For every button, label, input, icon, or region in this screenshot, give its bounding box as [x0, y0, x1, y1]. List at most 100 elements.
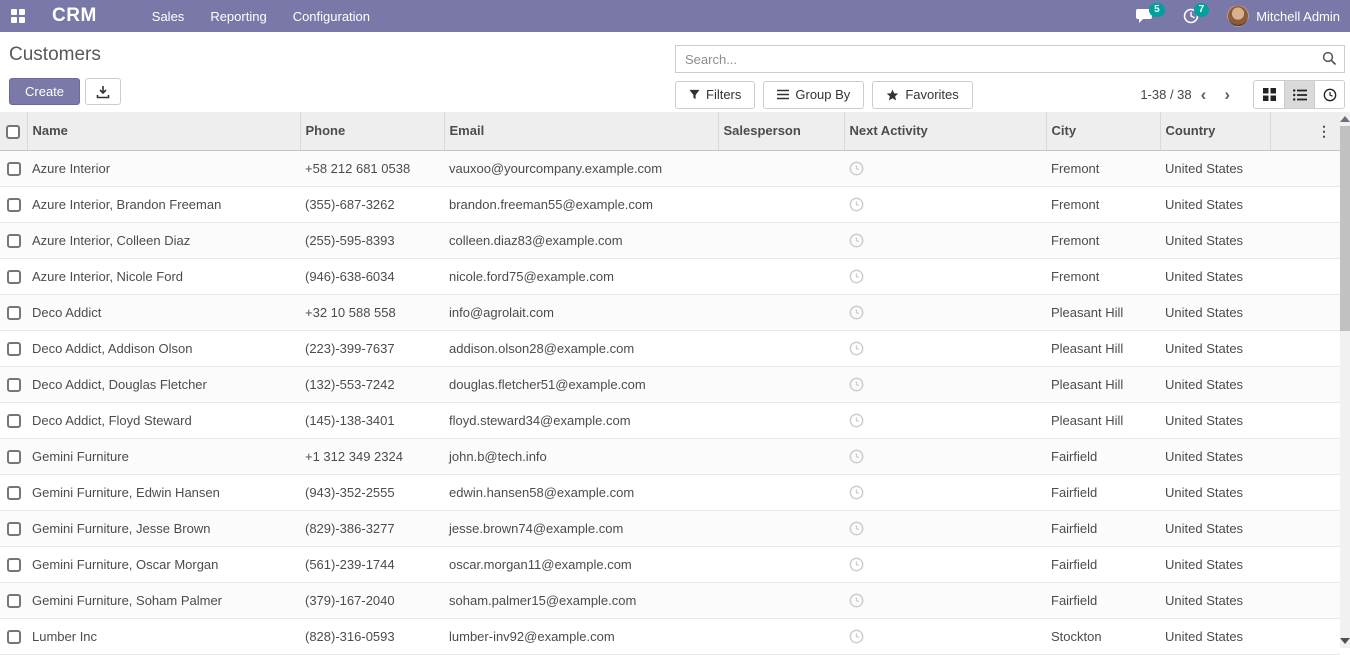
- kanban-view-button[interactable]: [1254, 81, 1284, 108]
- cell-next-activity[interactable]: [844, 366, 1046, 402]
- cell-salesperson[interactable]: [718, 438, 844, 474]
- cell-country[interactable]: United States: [1160, 510, 1270, 546]
- cell-name[interactable]: Deco Addict: [27, 294, 300, 330]
- cell-next-activity[interactable]: [844, 294, 1046, 330]
- cell-email[interactable]: oscar.morgan11@example.com: [444, 546, 718, 582]
- row-checkbox[interactable]: [7, 522, 21, 536]
- customer-row[interactable]: Gemini Furniture +1 312 349 2324 john.b@…: [0, 438, 1340, 474]
- cell-country[interactable]: United States: [1160, 582, 1270, 618]
- pager-next-button[interactable]: ›: [1215, 86, 1239, 103]
- cell-name[interactable]: Azure Interior: [27, 150, 300, 186]
- export-button[interactable]: [85, 78, 121, 105]
- apps-menu-button[interactable]: [0, 0, 36, 32]
- cell-name[interactable]: Azure Interior, Brandon Freeman: [27, 186, 300, 222]
- cell-email[interactable]: nicole.ford75@example.com: [444, 258, 718, 294]
- cell-salesperson[interactable]: [718, 582, 844, 618]
- cell-email[interactable]: floyd.steward34@example.com: [444, 402, 718, 438]
- customer-row[interactable]: Azure Interior, Nicole Ford (946)-638-60…: [0, 258, 1340, 294]
- customer-row[interactable]: Gemini Furniture, Oscar Morgan (561)-239…: [0, 546, 1340, 582]
- list-view-button[interactable]: [1284, 81, 1314, 108]
- cell-salesperson[interactable]: [718, 618, 844, 654]
- cell-country[interactable]: United States: [1160, 402, 1270, 438]
- cell-name[interactable]: Gemini Furniture: [27, 438, 300, 474]
- cell-next-activity[interactable]: [844, 618, 1046, 654]
- menu-configuration[interactable]: Configuration: [280, 0, 383, 32]
- cell-next-activity[interactable]: [844, 402, 1046, 438]
- cell-salesperson[interactable]: [718, 294, 844, 330]
- cell-salesperson[interactable]: [718, 546, 844, 582]
- cell-next-activity[interactable]: [844, 438, 1046, 474]
- row-checkbox[interactable]: [7, 594, 21, 608]
- row-checkbox[interactable]: [7, 270, 21, 284]
- row-checkbox[interactable]: [7, 630, 21, 644]
- cell-name[interactable]: Gemini Furniture, Soham Palmer: [27, 582, 300, 618]
- cell-phone[interactable]: (132)-553-7242: [300, 366, 444, 402]
- column-header-email[interactable]: Email: [444, 112, 718, 150]
- cell-country[interactable]: United States: [1160, 258, 1270, 294]
- cell-phone[interactable]: (561)-239-1744: [300, 546, 444, 582]
- app-name[interactable]: CRM: [52, 5, 97, 27]
- row-checkbox[interactable]: [7, 162, 21, 176]
- cell-city[interactable]: Pleasant Hill: [1046, 366, 1160, 402]
- cell-email[interactable]: vauxoo@yourcompany.example.com: [444, 150, 718, 186]
- user-menu[interactable]: Mitchell Admin: [1227, 5, 1340, 27]
- cell-name[interactable]: Gemini Furniture, Oscar Morgan: [27, 546, 300, 582]
- pager-previous-button[interactable]: ‹: [1192, 86, 1216, 103]
- row-checkbox[interactable]: [7, 450, 21, 464]
- cell-name[interactable]: Azure Interior, Colleen Diaz: [27, 222, 300, 258]
- cell-email[interactable]: soham.palmer15@example.com: [444, 582, 718, 618]
- cell-name[interactable]: Gemini Furniture, Edwin Hansen: [27, 474, 300, 510]
- cell-name[interactable]: Deco Addict, Addison Olson: [27, 330, 300, 366]
- cell-country[interactable]: United States: [1160, 222, 1270, 258]
- customer-row[interactable]: Azure Interior, Colleen Diaz (255)-595-8…: [0, 222, 1340, 258]
- cell-city[interactable]: Fairfield: [1046, 510, 1160, 546]
- cell-city[interactable]: Fairfield: [1046, 546, 1160, 582]
- cell-city[interactable]: Fremont: [1046, 186, 1160, 222]
- row-checkbox[interactable]: [7, 342, 21, 356]
- row-checkbox[interactable]: [7, 558, 21, 572]
- cell-next-activity[interactable]: [844, 222, 1046, 258]
- cell-phone[interactable]: (145)-138-3401: [300, 402, 444, 438]
- search-input[interactable]: [675, 45, 1345, 73]
- scrollbar-down-arrow[interactable]: [1340, 638, 1350, 644]
- cell-email[interactable]: lumber-inv92@example.com: [444, 618, 718, 654]
- cell-country[interactable]: United States: [1160, 366, 1270, 402]
- cell-name[interactable]: Azure Interior, Nicole Ford: [27, 258, 300, 294]
- customer-row[interactable]: Deco Addict, Floyd Steward (145)-138-340…: [0, 402, 1340, 438]
- customer-row[interactable]: Gemini Furniture, Jesse Brown (829)-386-…: [0, 510, 1340, 546]
- row-checkbox[interactable]: [7, 414, 21, 428]
- cell-phone[interactable]: (946)-638-6034: [300, 258, 444, 294]
- column-header-next-activity[interactable]: Next Activity: [844, 112, 1046, 150]
- favorites-button[interactable]: Favorites: [872, 81, 972, 109]
- filters-button[interactable]: Filters: [675, 81, 755, 109]
- cell-email[interactable]: douglas.fletcher51@example.com: [444, 366, 718, 402]
- cell-city[interactable]: Stockton: [1046, 618, 1160, 654]
- cell-country[interactable]: United States: [1160, 294, 1270, 330]
- search-icon[interactable]: [1322, 51, 1337, 71]
- vertical-scrollbar[interactable]: [1340, 112, 1350, 648]
- cell-salesperson[interactable]: [718, 402, 844, 438]
- cell-phone[interactable]: (828)-316-0593: [300, 618, 444, 654]
- cell-phone[interactable]: (379)-167-2040: [300, 582, 444, 618]
- cell-city[interactable]: Pleasant Hill: [1046, 402, 1160, 438]
- cell-next-activity[interactable]: [844, 150, 1046, 186]
- messages-button[interactable]: 5: [1136, 8, 1165, 24]
- column-header-salesperson[interactable]: Salesperson: [718, 112, 844, 150]
- cell-salesperson[interactable]: [718, 474, 844, 510]
- customer-row[interactable]: Azure Interior +58 212 681 0538 vauxoo@y…: [0, 150, 1340, 186]
- customer-row[interactable]: Deco Addict, Douglas Fletcher (132)-553-…: [0, 366, 1340, 402]
- column-header-city[interactable]: City: [1046, 112, 1160, 150]
- column-header-name[interactable]: Name: [27, 112, 300, 150]
- activity-view-button[interactable]: [1314, 81, 1344, 108]
- cell-name[interactable]: Lumber Inc: [27, 618, 300, 654]
- cell-city[interactable]: Fairfield: [1046, 474, 1160, 510]
- cell-next-activity[interactable]: [844, 546, 1046, 582]
- customer-row[interactable]: Azure Interior, Brandon Freeman (355)-68…: [0, 186, 1340, 222]
- cell-city[interactable]: Fairfield: [1046, 582, 1160, 618]
- scrollbar-thumb[interactable]: [1340, 126, 1350, 331]
- row-checkbox[interactable]: [7, 198, 21, 212]
- cell-country[interactable]: United States: [1160, 186, 1270, 222]
- cell-name[interactable]: Gemini Furniture, Jesse Brown: [27, 510, 300, 546]
- row-checkbox[interactable]: [7, 486, 21, 500]
- cell-city[interactable]: Pleasant Hill: [1046, 294, 1160, 330]
